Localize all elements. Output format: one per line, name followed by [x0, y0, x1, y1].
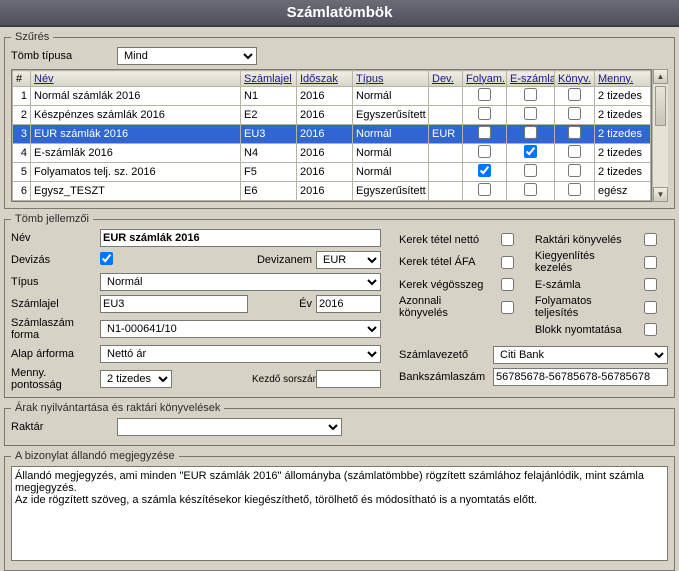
- mennypont-label: Menny. pontosság: [11, 367, 96, 391]
- flag-kiegyenlites[interactable]: [644, 256, 657, 269]
- filter-type-select[interactable]: Mind: [117, 47, 257, 65]
- row-konyv-checkbox[interactable]: [568, 88, 581, 101]
- bankszamla-label: Bankszámlaszám: [399, 371, 489, 383]
- szamlaszamforma-label: Számlaszám forma: [11, 317, 96, 341]
- szamlaszamforma-select[interactable]: N1-000641/10: [100, 320, 381, 338]
- stock-fieldset: Árak nyilvántartása és raktári könyvelés…: [4, 402, 675, 446]
- tipus-select[interactable]: Normál: [100, 273, 381, 291]
- row-folyam-checkbox[interactable]: [478, 126, 491, 139]
- nev-input[interactable]: [100, 229, 381, 247]
- blocks-table[interactable]: # Név Számlajel Időszak Típus Dev. Folya…: [12, 70, 651, 201]
- ev-label: Év: [252, 298, 312, 310]
- szamlavezeto-label: Számlavezető: [399, 349, 489, 361]
- flag-raktari-label: Raktári könyvelés: [535, 234, 634, 246]
- table-row[interactable]: 2Készpénzes számlák 2016E22016Egyszerűsí…: [13, 106, 651, 125]
- row-eszamla-checkbox[interactable]: [524, 164, 537, 177]
- ev-input[interactable]: [316, 295, 381, 313]
- row-folyam-checkbox[interactable]: [478, 145, 491, 158]
- szamlavezeto-select[interactable]: Citi Bank: [493, 346, 668, 364]
- page-title: Számlatömbök: [0, 0, 679, 27]
- table-row[interactable]: 4E-számlák 2016N42016Normál2 tizedes: [13, 144, 651, 163]
- table-row[interactable]: 1Normál számlák 2016N12016Normál2 tizede…: [13, 87, 651, 106]
- col-menny[interactable]: Menny.: [595, 71, 651, 87]
- devizanem-select[interactable]: EUR: [316, 251, 381, 269]
- devizas-checkbox[interactable]: [100, 252, 113, 265]
- flag-eszamla-label: E-számla: [535, 279, 634, 291]
- flag-kerek-afa-label: Kerek tétel ÁFA: [399, 256, 491, 268]
- row-eszamla-checkbox[interactable]: [524, 145, 537, 158]
- filter-type-label: Tömb típusa: [11, 50, 111, 62]
- row-konyv-checkbox[interactable]: [568, 126, 581, 139]
- filter-legend: Szűrés: [11, 31, 53, 43]
- raktar-select[interactable]: [117, 418, 342, 436]
- col-folyam[interactable]: Folyam.: [463, 71, 507, 87]
- col-tipus[interactable]: Típus: [353, 71, 429, 87]
- chevron-down-icon: ▼: [657, 191, 665, 199]
- note-textarea[interactable]: [11, 466, 668, 561]
- raktar-label: Raktár: [11, 421, 111, 433]
- col-konyv[interactable]: Könyv.: [555, 71, 595, 87]
- kezdosor-label: Kezdő sorszám: [252, 374, 312, 385]
- kezdosor-input[interactable]: [316, 370, 381, 388]
- flag-azonnali[interactable]: [501, 301, 514, 314]
- scroll-down-button[interactable]: ▼: [653, 187, 668, 202]
- row-folyam-checkbox[interactable]: [478, 164, 491, 177]
- flag-folyamatos[interactable]: [644, 301, 657, 314]
- col-num[interactable]: #: [13, 71, 31, 87]
- tipus-label: Típus: [11, 276, 96, 288]
- alaparforma-label: Alap árforma: [11, 348, 96, 360]
- row-konyv-checkbox[interactable]: [568, 145, 581, 158]
- row-eszamla-checkbox[interactable]: [524, 88, 537, 101]
- col-nev[interactable]: Név: [31, 71, 241, 87]
- alaparforma-select[interactable]: Nettó ár: [100, 345, 381, 363]
- row-konyv-checkbox[interactable]: [568, 107, 581, 120]
- table-row[interactable]: 3EUR számlák 2016EU32016NormálEUR2 tized…: [13, 125, 651, 144]
- details-legend: Tömb jellemzői: [11, 213, 93, 225]
- flag-kerek-afa[interactable]: [501, 256, 514, 269]
- flag-kiegyenlites-label: Kiegyenlítés kezelés: [535, 250, 634, 274]
- row-eszamla-checkbox[interactable]: [524, 126, 537, 139]
- filter-fieldset: Szűrés Tömb típusa Mind # Név Számlajel: [4, 31, 675, 209]
- stock-legend: Árak nyilvántartása és raktári könyvelés…: [11, 402, 224, 414]
- chevron-up-icon: ▲: [657, 73, 665, 81]
- row-eszamla-checkbox[interactable]: [524, 183, 537, 196]
- row-eszamla-checkbox[interactable]: [524, 107, 537, 120]
- devizas-label: Devizás: [11, 254, 96, 266]
- flag-blokk-label: Blokk nyomtatása: [535, 324, 634, 336]
- flag-kerek-netto[interactable]: [501, 233, 514, 246]
- table-header-row: # Név Számlajel Időszak Típus Dev. Folya…: [13, 71, 651, 87]
- flag-kerek-vegosszeg[interactable]: [501, 278, 514, 291]
- flag-blokk[interactable]: [644, 323, 657, 336]
- devizanem-label: Devizanem: [252, 254, 312, 266]
- szamlajel-input[interactable]: [100, 295, 248, 313]
- bankszamla-input[interactable]: [493, 368, 668, 386]
- table-row[interactable]: 5Folyamatos telj. sz. 2016F52016Normál2 …: [13, 163, 651, 182]
- col-eszamla[interactable]: E-számla: [507, 71, 555, 87]
- details-fieldset: Tömb jellemzői Név Devizás Devizanem EUR…: [4, 213, 675, 398]
- row-folyam-checkbox[interactable]: [478, 88, 491, 101]
- row-konyv-checkbox[interactable]: [568, 164, 581, 177]
- szamlajel-label: Számlajel: [11, 298, 96, 310]
- table-row[interactable]: 6Egysz_TESZTE62016Egyszerűsítettegész: [13, 182, 651, 201]
- mennypont-select[interactable]: 2 tizedes: [100, 370, 172, 388]
- flag-kerek-vegosszeg-label: Kerek végösszeg: [399, 279, 491, 291]
- col-idoszak[interactable]: Időszak: [297, 71, 353, 87]
- scroll-thumb[interactable]: [655, 86, 666, 126]
- flag-kerek-netto-label: Kerek tétel nettó: [399, 234, 491, 246]
- row-folyam-checkbox[interactable]: [478, 107, 491, 120]
- nev-label: Név: [11, 232, 96, 244]
- note-fieldset: A bizonylat állandó megjegyzése: [4, 450, 675, 571]
- col-szamlajel[interactable]: Számlajel: [241, 71, 297, 87]
- col-dev[interactable]: Dev.: [429, 71, 463, 87]
- flag-folyamatos-label: Folyamatos teljesítés: [535, 295, 634, 319]
- flag-eszamla[interactable]: [644, 278, 657, 291]
- scroll-up-button[interactable]: ▲: [653, 69, 668, 84]
- note-legend: A bizonylat állandó megjegyzése: [11, 450, 179, 462]
- table-scrollbar[interactable]: ▲ ▼: [652, 69, 668, 202]
- row-konyv-checkbox[interactable]: [568, 183, 581, 196]
- flag-raktari[interactable]: [644, 233, 657, 246]
- row-folyam-checkbox[interactable]: [478, 183, 491, 196]
- flag-azonnali-label: Azonnali könyvelés: [399, 295, 491, 319]
